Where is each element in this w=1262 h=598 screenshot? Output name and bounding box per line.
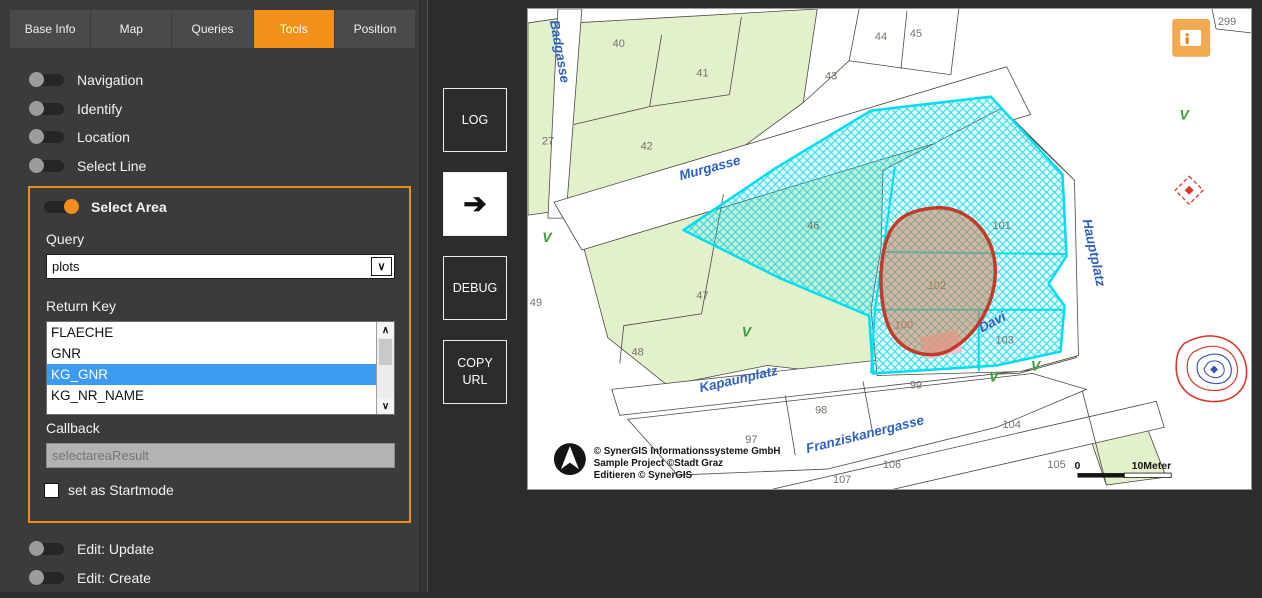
scroll-down-icon[interactable]: ∨ <box>377 398 394 414</box>
select-area-panel: Select Area Query plots ∨ Return Key FLA… <box>28 186 411 523</box>
parcel-number-label: 99 <box>910 379 922 391</box>
navigation-row: Navigation <box>30 71 143 89</box>
navigation-toggle[interactable] <box>30 74 64 86</box>
parcel-number-label: 49 <box>530 297 542 309</box>
parcel-number-label: 46 <box>807 220 819 232</box>
edit-create-row: Edit: Create <box>30 569 151 587</box>
location-label: Location <box>77 129 130 145</box>
tab-bar: Base Info Map Queries Tools Position <box>10 10 416 48</box>
toggle-knob <box>29 158 44 173</box>
toggle-knob <box>29 129 44 144</box>
parcel-number-label: 42 <box>641 140 653 152</box>
query-select[interactable]: plots ∨ <box>46 254 395 279</box>
arrow-right-icon: ➔ <box>463 185 486 223</box>
parcel-number-label: 105 <box>1047 459 1065 471</box>
listbox-option-kg-gnr[interactable]: KG_GNR <box>47 364 376 385</box>
select-area-label: Select Area <box>91 199 167 215</box>
edit-update-toggle[interactable] <box>30 543 64 555</box>
select-line-row: Select Line <box>30 157 146 175</box>
toggle-knob <box>29 72 44 87</box>
scale-bar <box>1077 473 1171 477</box>
identify-toggle[interactable] <box>30 103 64 115</box>
tab-tools[interactable]: Tools <box>254 10 335 48</box>
edit-create-toggle[interactable] <box>30 572 64 584</box>
parcel-number-label: 44 <box>875 31 887 43</box>
toggle-knob <box>29 570 44 585</box>
attribution-line: © SynerGIS Informationssysteme GmbH <box>594 446 781 457</box>
return-key-listbox[interactable]: FLAECHE GNR KG_GNR KG_NR_NAME ∧ ∨ <box>46 321 395 415</box>
parcel-number-label: 40 <box>613 38 625 50</box>
scroll-up-icon[interactable]: ∧ <box>377 322 394 338</box>
startmode-checkbox[interactable] <box>44 483 59 498</box>
callback-input[interactable] <box>46 443 395 468</box>
debug-button[interactable]: DEBUG <box>443 256 507 320</box>
scale-zero-label: 0 <box>1075 461 1081 472</box>
toggle-knob <box>64 199 79 214</box>
listbox-option-kg-nr-name[interactable]: KG_NR_NAME <box>47 385 376 406</box>
toggle-knob <box>29 541 44 556</box>
listbox-option-flaeche[interactable]: FLAECHE <box>47 322 376 343</box>
location-toggle[interactable] <box>30 131 64 143</box>
overview-map-button[interactable] <box>1172 19 1210 57</box>
copy-url-button[interactable]: COPY URL <box>443 340 507 404</box>
identify-row: Identify <box>30 100 122 118</box>
run-arrow-button[interactable]: ➔ <box>443 172 507 236</box>
attribution-line: Editieren © SynerGIS <box>594 470 693 481</box>
parcel-number-label: 107 <box>833 474 851 486</box>
select-line-label: Select Line <box>77 158 146 174</box>
parcel-number-label: 101 <box>993 220 1011 232</box>
identify-label: Identify <box>77 101 122 117</box>
log-button[interactable]: LOG <box>443 88 507 152</box>
listbox-scrollbar[interactable]: ∧ ∨ <box>376 322 394 414</box>
tab-base-info[interactable]: Base Info <box>10 10 91 48</box>
parcel-number-label: 104 <box>1003 419 1021 431</box>
tab-queries[interactable]: Queries <box>172 10 253 48</box>
parcel-number-label: 98 <box>815 404 827 416</box>
map-info-icon <box>1180 30 1201 46</box>
parcel-number-label: 43 <box>825 71 837 83</box>
tools-panel: Base Info Map Queries Tools Position Nav… <box>0 0 428 592</box>
tab-position[interactable]: Position <box>335 10 416 48</box>
dropdown-arrow-icon[interactable]: ∨ <box>371 257 392 276</box>
return-key-label: Return Key <box>46 298 116 314</box>
parcel-number-label: 299 <box>1218 16 1236 28</box>
attribution-line: Sample Project ©Stadt Graz <box>594 458 723 469</box>
parcel-number-label: 47 <box>696 290 708 302</box>
edit-create-label: Edit: Create <box>77 570 151 586</box>
startmode-row: set as Startmode <box>44 482 174 498</box>
scrollbar-thumb[interactable] <box>379 339 392 365</box>
navigation-label: Navigation <box>77 72 143 88</box>
map-viewport[interactable]: 2740414243444546474849979899100101102103… <box>527 8 1252 490</box>
map-canvas[interactable]: 2740414243444546474849979899100101102103… <box>528 9 1251 489</box>
parcel-number-label: 103 <box>996 335 1014 347</box>
query-label: Query <box>46 231 84 247</box>
parcel-number-label: 48 <box>632 347 644 359</box>
parcel-number-label: 97 <box>745 434 757 446</box>
parcel-number-label: 106 <box>883 459 901 471</box>
tab-map[interactable]: Map <box>91 10 172 48</box>
query-select-value: plots <box>47 259 371 274</box>
parcel-number-label: 45 <box>910 28 922 40</box>
scrollbar-track[interactable] <box>377 366 394 398</box>
select-line-toggle[interactable] <box>30 160 64 172</box>
startmode-label: set as Startmode <box>68 482 174 498</box>
parcel-number-label: 41 <box>696 68 708 80</box>
scale-distance-label: 10Meter <box>1132 461 1172 472</box>
parcel-number-label: 27 <box>542 135 554 147</box>
north-arrow-icon <box>554 443 586 475</box>
listbox-option-gnr[interactable]: GNR <box>47 343 376 364</box>
toggle-knob <box>29 101 44 116</box>
panel-scrollbar[interactable] <box>419 0 427 592</box>
location-row: Location <box>30 128 130 146</box>
select-area-toggle[interactable] <box>44 201 78 213</box>
edit-update-label: Edit: Update <box>77 541 154 557</box>
select-area-row: Select Area <box>44 199 167 215</box>
callback-label: Callback <box>46 420 100 436</box>
edit-update-row: Edit: Update <box>30 540 154 558</box>
listbox-options: FLAECHE GNR KG_GNR KG_NR_NAME <box>47 322 376 414</box>
